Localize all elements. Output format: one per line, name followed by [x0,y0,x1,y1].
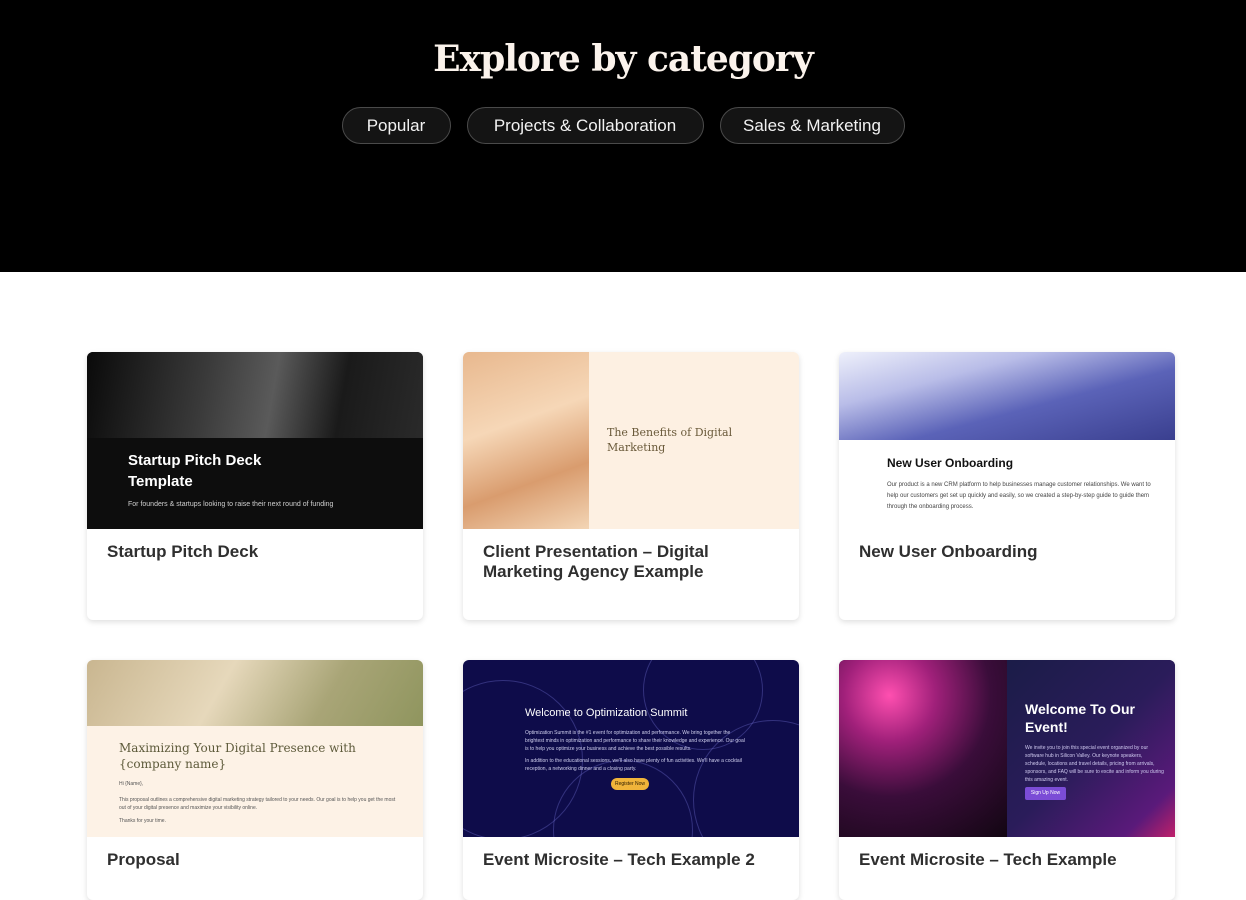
template-card-startup-pitch-deck[interactable]: Startup Pitch Deck Template For founders… [87,352,423,620]
thumbnail-abstract-art [839,352,1175,440]
template-thumbnail: Welcome to Optimization Summit Optimizat… [463,660,799,837]
thumbnail-body: Optimization Summit is the #1 event for … [525,730,745,752]
template-card-new-user-onboarding[interactable]: New User Onboarding Our product is a new… [839,352,1175,620]
template-card-title: Startup Pitch Deck [107,542,259,561]
thumbnail-register-button: Register Now [611,778,649,790]
template-card-title: New User Onboarding [859,542,1038,561]
category-pill-popular[interactable]: Popular [341,107,451,144]
thumbnail-subtitle: For founders & startups looking to raise… [128,501,334,508]
template-card-client-presentation[interactable]: The Benefits of Digital Marketing Client… [463,352,799,620]
thumbnail-body: We invite you to join this special event… [1025,745,1164,783]
thumbnail-abstract-art [87,352,423,438]
template-thumbnail: Maximizing Your Digital Presence with {c… [87,660,423,837]
thumbnail-heading: The Benefits of Digital Marketing [607,426,733,454]
category-pill-projects-collaboration[interactable]: Projects & Collaboration [466,107,704,144]
category-header: Explore by category Popular Projects & C… [0,0,1246,272]
template-card-proposal[interactable]: Maximizing Your Digital Presence with {c… [87,660,423,900]
thumbnail-heading: New User Onboarding [887,456,1014,470]
thumbnail-greeting: Hi {Name}, [119,781,144,787]
thumbnail-heading: Welcome To Our Event! [1025,701,1135,735]
template-card-title: Proposal [107,850,180,869]
category-pill-sales-marketing[interactable]: Sales & Marketing [719,107,905,144]
thumbnail-concert-photo [839,660,1007,837]
template-card-event-microsite[interactable]: Welcome To Our Event! We invite you to j… [839,660,1175,900]
thumbnail-abstract-art [87,660,423,726]
thumbnail-abstract-art [463,352,589,529]
thumbnail-body-secondary: In addition to the educational sessions,… [525,758,742,772]
template-thumbnail: Startup Pitch Deck Template For founders… [87,352,423,529]
category-tabs: Popular Projects & Collaboration Sales &… [0,107,1246,144]
template-thumbnail: New User Onboarding Our product is a new… [839,352,1175,529]
thumbnail-body: Our product is a new CRM platform to hel… [887,482,1151,510]
thumbnail-heading: Startup Pitch Deck Template [128,452,262,490]
thumbnail-heading: Welcome to Optimization Summit [525,707,688,719]
template-card-title: Event Microsite – Tech Example [859,850,1117,869]
thumbnail-signup-button: Sign Up Now [1025,787,1066,800]
thumbnail-closing: Thanks for your time. [119,818,166,824]
thumbnail-body: This proposal outlines a comprehensive d… [119,797,396,811]
template-thumbnail: Welcome To Our Event! We invite you to j… [839,660,1175,837]
page-title: Explore by category [433,38,814,80]
template-card-title: Client Presentation – Digital Marketing … [483,542,709,581]
thumbnail-heading: Maximizing Your Digital Presence with {c… [119,741,356,771]
template-card-event-microsite-2[interactable]: Welcome to Optimization Summit Optimizat… [463,660,799,900]
template-thumbnail: The Benefits of Digital Marketing [463,352,799,529]
template-card-title: Event Microsite – Tech Example 2 [483,850,755,869]
